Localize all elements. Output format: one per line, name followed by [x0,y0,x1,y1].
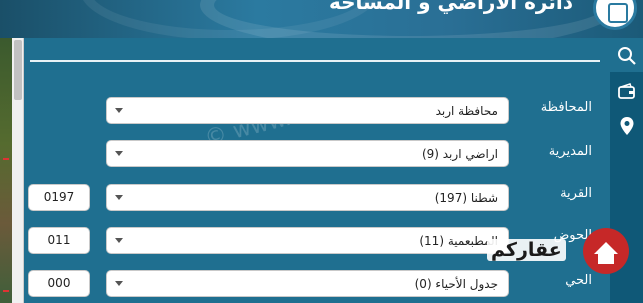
location-button[interactable] [610,108,643,142]
governorate-label: المحافظة [540,100,592,115]
directorate-label: المديرية [548,144,592,159]
panel-divider [30,60,600,62]
basin-select[interactable]: المطبعمية (11) [106,227,509,254]
brand-watermark: عقاركم [487,228,643,284]
map-road [3,290,9,292]
wallet-icon [618,83,635,99]
village-select[interactable]: شطنا (197) [106,184,509,211]
map-road [3,158,9,160]
wallet-button[interactable] [610,74,643,108]
directorate-select[interactable]: اراضي اربد (9) [106,140,509,167]
governorate-select-value: محافظة اربد [435,104,498,118]
neighborhood-select-value: جدول الأحياء (0) [414,277,498,291]
scrollbar-thumb[interactable] [14,40,22,100]
dls-logo [593,0,637,30]
chevron-down-icon [115,281,123,286]
map-view-edge[interactable] [0,38,12,303]
governorate-select[interactable]: محافظة اربد [106,97,509,124]
directorate-select-value: اراضي اربد (9) [421,147,498,161]
panel-scrollbar[interactable] [12,38,24,303]
header-title: دائرة الأراضي و المساحة [328,0,573,14]
basin-code-input[interactable]: 011 [28,227,90,254]
brand-text: عقاركم [487,239,566,261]
chevron-down-icon [115,108,123,113]
village-code-input[interactable]: 0197 [28,184,90,211]
chevron-down-icon [115,151,123,156]
chevron-down-icon [115,195,123,200]
search-icon [618,47,636,65]
search-button[interactable] [610,38,643,72]
header-banner: دائرة الأراضي و المساحة [0,0,643,38]
village-label: القرية [560,186,592,201]
neighborhood-code-input[interactable]: 000 [28,270,90,297]
brand-house-logo [583,228,629,274]
village-select-value: شطنا (197) [434,191,498,205]
location-pin-icon [620,117,634,135]
chevron-down-icon [115,238,123,243]
neighborhood-select[interactable]: جدول الأحياء (0) [106,270,509,297]
